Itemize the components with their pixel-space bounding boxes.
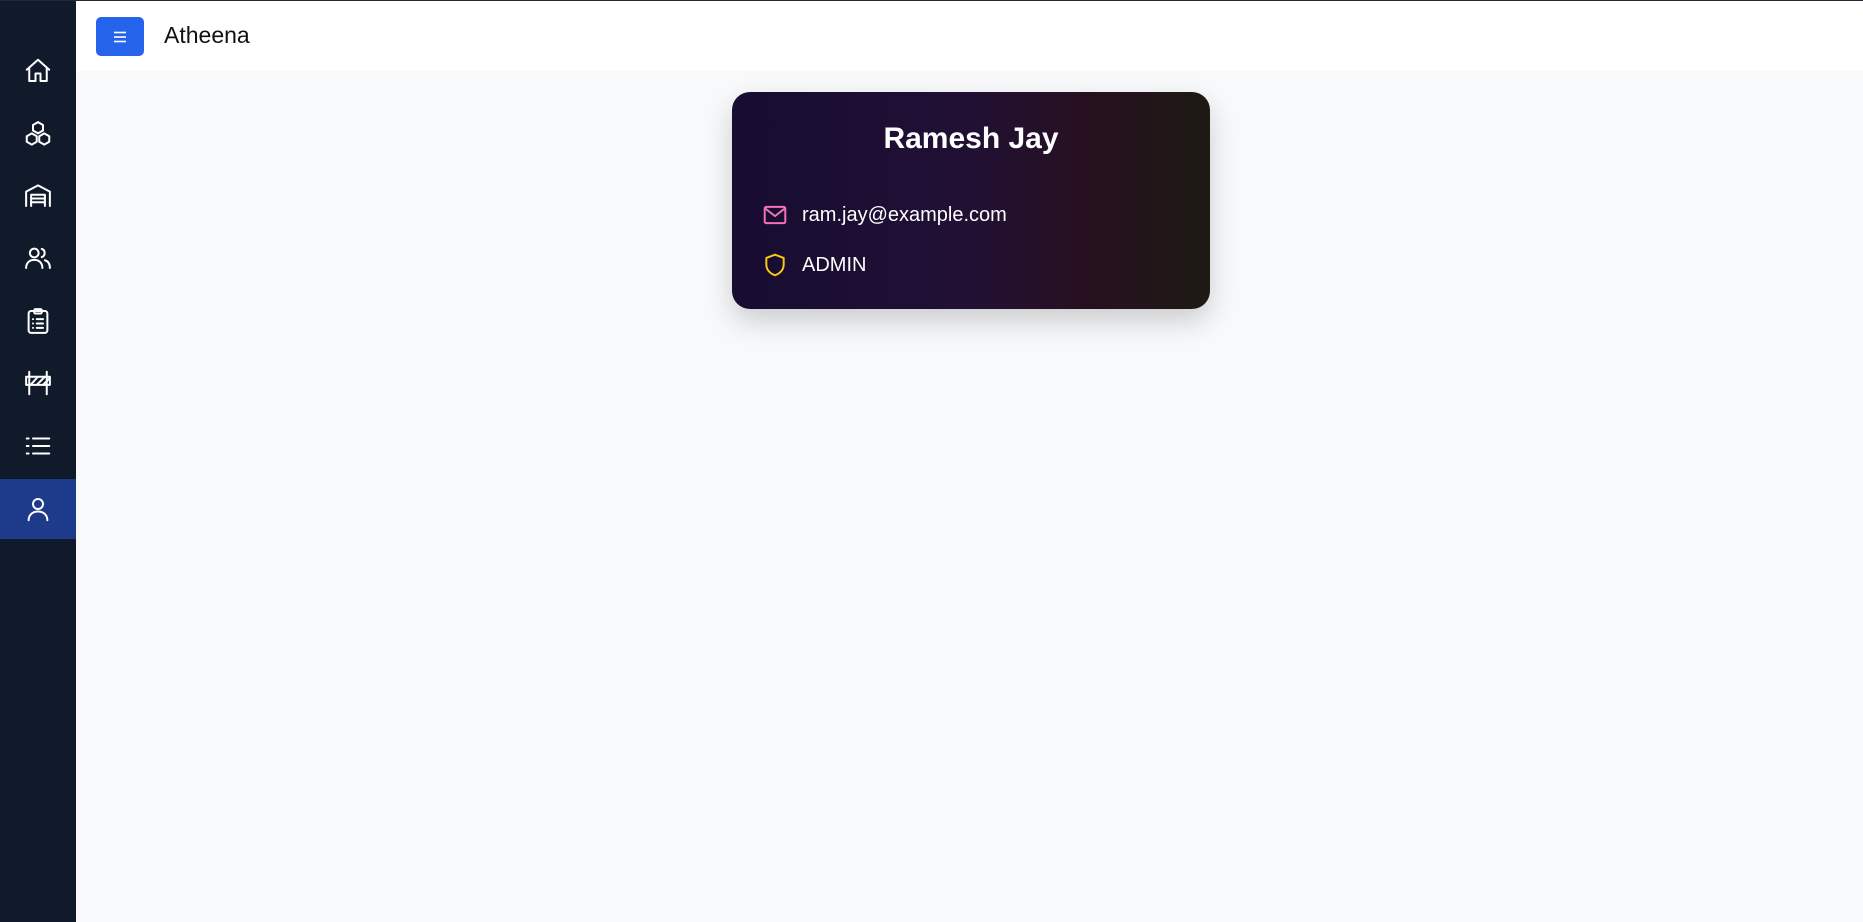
home-icon — [25, 58, 51, 82]
sidebar-item-home[interactable] — [0, 41, 76, 101]
cubes-icon — [25, 121, 51, 146]
shield-icon — [765, 253, 785, 277]
app-root: Atheena Ramesh Jay ram.jay@example.com A… — [0, 0, 1863, 922]
profile-email-row: ram.jay@example.com — [762, 202, 1007, 228]
user-icon — [27, 498, 49, 522]
hamburger-icon — [114, 31, 126, 42]
profile-role-row: ADMIN — [762, 252, 866, 278]
main-content: Ramesh Jay ram.jay@example.com ADMIN — [76, 71, 1863, 922]
sidebar-item-profile[interactable] — [0, 479, 76, 539]
sidebar — [0, 1, 76, 922]
sidebar-item-list[interactable] — [0, 416, 76, 476]
profile-name: Ramesh Jay — [883, 122, 1059, 155]
sidebar-item-orders[interactable] — [0, 291, 76, 351]
profile-card: Ramesh Jay ram.jay@example.com ADMIN — [732, 92, 1210, 309]
profile-role: ADMIN — [802, 253, 867, 276]
top-bar: Atheena — [76, 1, 1863, 71]
profile-email: ram.jay@example.com — [802, 203, 1007, 226]
menu-toggle-button[interactable] — [96, 17, 144, 56]
road-barrier-icon — [25, 370, 51, 396]
sidebar-item-warehouse[interactable] — [0, 166, 76, 226]
clipboard-list-icon — [27, 308, 49, 334]
warehouse-icon — [25, 184, 51, 207]
mail-icon — [763, 205, 787, 225]
sidebar-item-projects[interactable] — [0, 353, 76, 413]
sidebar-item-users[interactable] — [0, 228, 76, 288]
list-icon — [25, 437, 51, 455]
users-icon — [25, 247, 51, 269]
sidebar-item-products[interactable] — [0, 104, 76, 164]
app-title: Atheena — [164, 22, 250, 48]
